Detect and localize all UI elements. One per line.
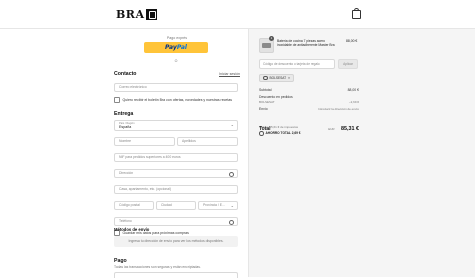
tax-note: Incluye 15,61 € de impuestos [259,125,299,129]
product-quantity-badge: 1 [269,36,274,41]
email-placeholder: Correo electrónico [119,85,147,89]
shipping-value: Introducir la dirección de envío [318,107,359,111]
paypal-text-part1: Pay [165,44,177,51]
total-currency: EUR [328,127,335,131]
or-divider: O [174,59,178,63]
postal-code-field[interactable]: Código postal [114,201,154,210]
product-price: 88,00 € [346,39,358,43]
apartment-field[interactable]: Casa, apartamento, etc. (opcional) [114,185,238,194]
checkout-form: Pago exprés Pay Pal O Contacto Iniciar se… [0,29,248,278]
payment-subtitle: Todas las transacciones son seguras y es… [114,265,201,269]
phone-field[interactable]: Teléfono [114,217,238,226]
search-icon [229,172,234,177]
nif-field[interactable]: NIF para pedidos superiores a 400 euros [114,153,238,162]
newsletter-option[interactable]: Quiero recibir el boletín Bra con oferta… [114,97,232,103]
province-placeholder: Provincia / E... [203,203,225,207]
product-name: Batería de cocina 7 piezas acero inoxida… [277,39,335,48]
address-field[interactable]: Dirección [114,169,238,178]
delivery-title: Entrega [114,111,134,117]
total-value: 85,31 € [341,126,359,132]
discount-code-placeholder: Código de descuento o tarjeta de regalo [263,62,320,66]
shopping-bag-icon[interactable] [352,8,361,19]
country-value: España [119,125,132,129]
paypal-text-part2: Pal [176,44,187,51]
discount-code-small: BOLSESAT [259,100,275,104]
discount-row: Descuento en pedidos [259,95,359,99]
email-field[interactable]: Correo electrónico [114,83,238,92]
logo-text: BRA [116,8,145,21]
discount-detail-row: BOLSESAT −2,69 € [259,100,359,104]
last-name-placeholder: Apellidos [182,139,196,143]
shipping-label: Envío [259,107,268,111]
shipping-methods-placeholder: Ingresa tu dirección de envío para ver l… [114,236,238,247]
country-select[interactable]: País / Región España ⌄ [114,120,238,131]
city-placeholder: Ciudad [161,203,172,207]
nif-placeholder: NIF para pedidos superiores a 400 euros [119,155,181,159]
subtotal-label: Subtotal [259,88,272,92]
total-savings-text: AHORRO TOTAL 2,69 € [265,131,301,136]
remove-discount-icon[interactable]: × [288,75,290,81]
brand-logo[interactable]: BRA [116,8,158,21]
chevron-down-icon: ⌄ [230,122,234,127]
discount-value: −2,69 € [348,100,359,104]
applied-discount-chip: BOLSESAT × [259,74,294,82]
postal-code-placeholder: Código postal [119,203,140,207]
first-name-placeholder: Nombre [119,139,132,143]
newsletter-label: Quiero recibir el boletín Bra con oferta… [122,97,233,102]
site-header: BRA [0,0,475,29]
shipping-row: Envío Introducir la dirección de envío [259,107,359,111]
tag-icon [263,75,268,81]
help-icon[interactable] [229,220,234,225]
tag-icon [259,131,264,136]
login-link[interactable]: Iniciar sesión [219,72,240,76]
order-summary: 1 Batería de cocina 7 piezas acero inoxi… [248,29,475,277]
apply-discount-button[interactable]: Aplicar [338,59,358,69]
total-savings: AHORRO TOTAL 2,69 € [259,131,301,136]
contact-title: Contacto [114,71,137,77]
shipping-methods-title: Métodos de envío [114,227,150,232]
city-field[interactable]: Ciudad [156,201,196,210]
logo-mark-icon [146,9,158,20]
paypal-button[interactable]: Pay Pal [144,42,208,53]
last-name-field[interactable]: Apellidos [177,137,238,146]
express-checkout-label: Pago exprés [166,36,188,40]
address-placeholder: Dirección [119,171,134,175]
province-select[interactable]: Provincia / E... ⌄ [198,201,238,210]
payment-title: Pago [114,258,127,264]
discount-code-input[interactable]: Código de descuento o tarjeta de regalo [259,59,335,69]
newsletter-checkbox[interactable] [114,97,120,103]
phone-placeholder: Teléfono [119,219,132,223]
discount-label: Descuento en pedidos [259,95,293,99]
payment-methods-box[interactable] [114,272,238,278]
apartment-placeholder: Casa, apartamento, etc. (opcional) [119,187,172,191]
chevron-down-icon: ⌄ [230,203,234,208]
applied-discount-code: BOLSESAT [269,76,287,80]
first-name-field[interactable]: Nombre [114,137,175,146]
subtotal-value: 88,00 € [347,88,359,92]
subtotal-row: Subtotal 88,00 € [259,88,359,92]
